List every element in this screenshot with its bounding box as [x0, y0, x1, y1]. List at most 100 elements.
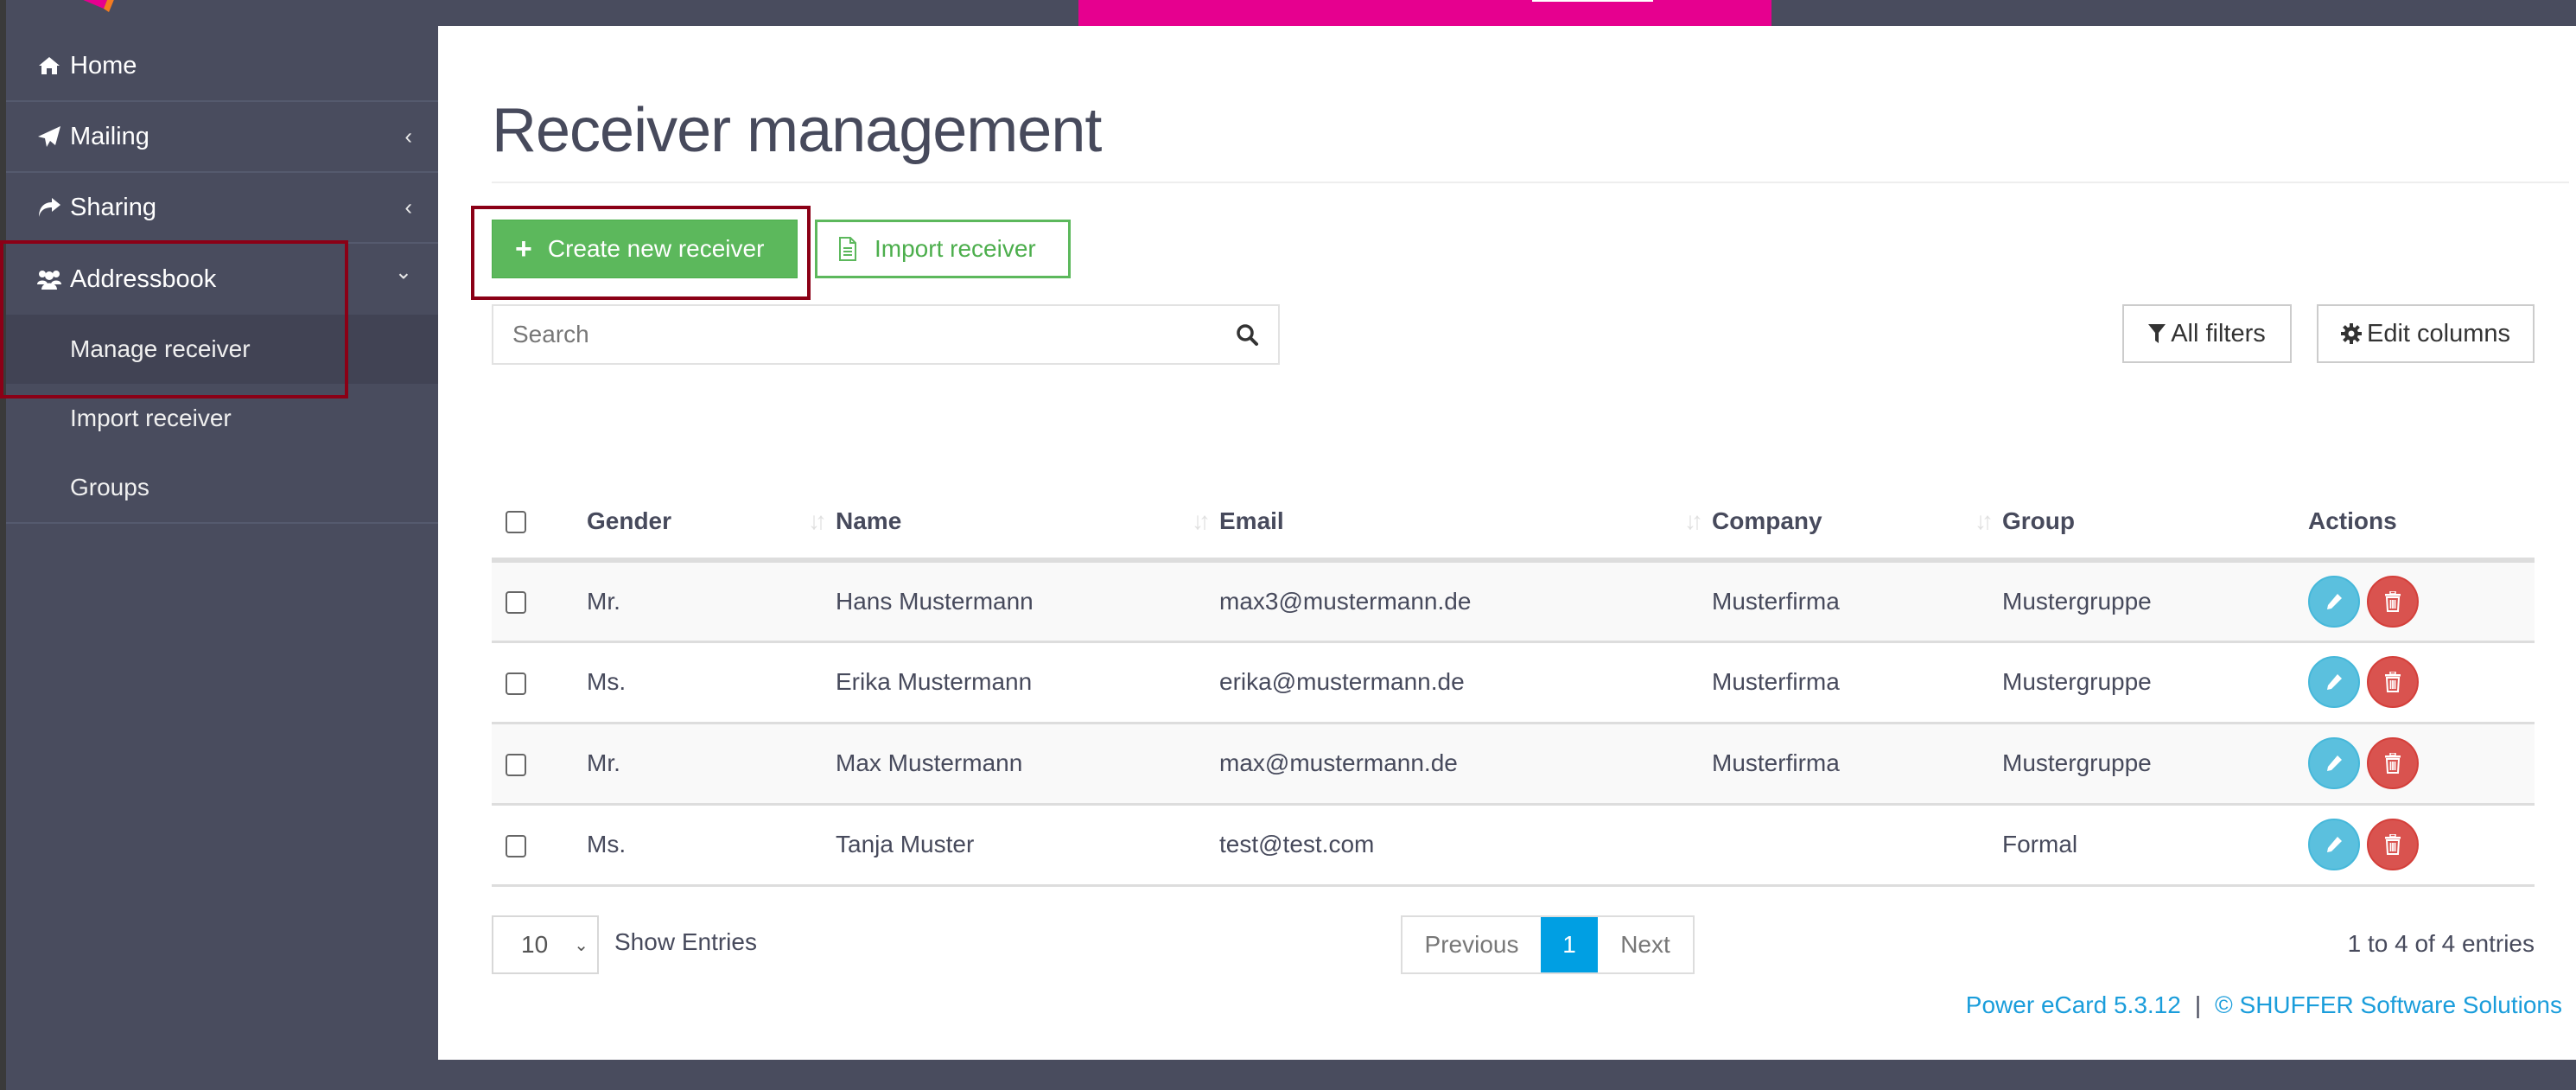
create-receiver-button[interactable]: + Create new receiver: [492, 220, 798, 278]
sidebar-item-sharing[interactable]: Sharing ‹: [6, 173, 438, 244]
cell-actions: [2308, 560, 2535, 643]
column-header-email[interactable]: Email ↓↑: [1219, 484, 1712, 563]
row-checkbox[interactable]: [506, 834, 526, 857]
delete-button[interactable]: [2367, 737, 2419, 789]
row-checkbox[interactable]: [506, 753, 526, 776]
edit-button[interactable]: [2308, 656, 2360, 708]
table-row: Ms. Erika Mustermann erika@mustermann.de Mu…: [492, 641, 2535, 724]
cell-name: Erika Mustermann: [836, 641, 1219, 724]
delete-button[interactable]: [2367, 819, 2419, 870]
edit-button[interactable]: [2308, 819, 2360, 870]
receiver-table: Gender ↓↑ Name ↓↑ Email ↓↑ Company ↓↑ Group …: [492, 484, 2535, 887]
logo: [83, 0, 114, 12]
sidebar-item-addressbook[interactable]: Addressbook ⌄: [6, 244, 438, 315]
edit-columns-button[interactable]: Edit columns: [2317, 304, 2535, 363]
copyright-link[interactable]: © SHUFFER Software Solutions: [2215, 991, 2562, 1018]
sidebar-subitem-manage-receiver[interactable]: Manage receiver: [6, 315, 438, 384]
page-title: Receiver management: [492, 96, 1102, 165]
sidebar-subitem-import-receiver[interactable]: Import receiver: [6, 384, 438, 453]
sort-icon: ↓↑: [1975, 507, 1994, 534]
all-filters-label: All filters: [2171, 319, 2266, 347]
cell-group: Mustergruppe: [2002, 723, 2308, 806]
sidebar-item-label: Addressbook: [70, 265, 217, 293]
row-checkbox[interactable]: [506, 591, 526, 615]
page-length-select[interactable]: 10 ⌄: [492, 915, 599, 974]
cell-name: Hans Mustermann: [836, 560, 1219, 643]
cell-email: max@mustermann.de: [1219, 723, 1712, 806]
cell-gender: Ms.: [587, 804, 836, 887]
page-1-button[interactable]: 1: [1541, 917, 1598, 972]
entries-info: 1 to 4 of 4 entries: [2347, 930, 2535, 957]
cell-email: test@test.com: [1219, 804, 1712, 887]
create-receiver-label: Create new receiver: [547, 235, 765, 262]
product-version-link[interactable]: Power eCard 5.3.12: [1966, 991, 2181, 1018]
column-header-company[interactable]: Company ↓↑: [1712, 484, 2002, 563]
cell-name: Max Mustermann: [836, 723, 1219, 806]
gear-icon: [2340, 323, 2362, 344]
table-row: Ms. Tanja Muster test@test.com Formal: [492, 804, 2535, 887]
table-row: Mr. Max Mustermann max@mustermann.de Muster…: [492, 723, 2535, 806]
page-length-label: Show Entries: [614, 928, 757, 955]
footer-credits: Power eCard 5.3.12 | © SHUFFER Software So…: [1966, 991, 2562, 1019]
chevron-left-icon: ‹: [404, 194, 412, 220]
trash-icon: [2385, 753, 2401, 774]
delete-button[interactable]: [2367, 575, 2419, 628]
table-row: Mr. Hans Mustermann max3@mustermann.de Must…: [492, 560, 2535, 643]
delete-button[interactable]: [2367, 656, 2419, 708]
sidebar-item-label: Sharing: [70, 193, 156, 221]
sidebar-item-label: Mailing: [70, 122, 149, 150]
edit-button[interactable]: [2308, 575, 2360, 628]
sort-icon: ↓↑: [1684, 507, 1703, 534]
cell-email: erika@mustermann.de: [1219, 641, 1712, 724]
paper-plane-icon: [35, 125, 63, 148]
footer-separator: |: [2194, 991, 2202, 1018]
pagination: Previous 1 Next: [1401, 915, 1695, 974]
sidebar: Home Mailing ‹ Sharing ‹ Addressbook ⌄ M…: [6, 31, 438, 524]
search-input[interactable]: [512, 321, 1235, 348]
pencil-icon: [2327, 674, 2342, 690]
next-page-button[interactable]: Next: [1598, 917, 1693, 972]
sort-icon: ↓↑: [1192, 507, 1211, 534]
file-icon: [839, 237, 856, 261]
sidebar-subitem-groups[interactable]: Groups: [6, 453, 438, 522]
home-icon: [35, 56, 63, 75]
main-panel: Receiver management + Create new receive…: [438, 26, 2576, 1060]
edit-columns-label: Edit columns: [2366, 319, 2510, 347]
previous-page-button[interactable]: Previous: [1402, 917, 1541, 972]
row-checkbox[interactable]: [506, 672, 526, 695]
page-length-value: 10: [521, 931, 549, 958]
column-header-name[interactable]: Name ↓↑: [836, 484, 1219, 563]
filter-icon: [2148, 324, 2166, 343]
top-banner: [1078, 0, 1771, 26]
import-receiver-button[interactable]: Import receiver: [815, 220, 1071, 278]
cell-company: Musterfirma: [1712, 641, 2002, 724]
column-header-group: Group: [2002, 484, 2308, 563]
sidebar-item-home[interactable]: Home: [6, 31, 438, 102]
edit-button[interactable]: [2308, 737, 2360, 789]
cell-company: [1712, 804, 2002, 887]
cell-email: max3@mustermann.de: [1219, 560, 1712, 643]
chevron-down-icon: ⌄: [394, 260, 412, 284]
all-filters-button[interactable]: All filters: [2122, 304, 2292, 363]
search-icon[interactable]: [1235, 322, 1259, 347]
trash-icon: [2385, 590, 2401, 612]
cell-company: Musterfirma: [1712, 560, 2002, 643]
pencil-icon: [2327, 837, 2342, 852]
divider: [492, 182, 2569, 183]
pencil-icon: [2327, 755, 2342, 771]
plus-icon: +: [515, 232, 532, 265]
chevron-left-icon: ‹: [404, 123, 412, 150]
cell-actions: [2308, 641, 2535, 724]
sort-icon: ↓↑: [808, 507, 827, 534]
users-icon: [35, 269, 63, 290]
trash-icon: [2385, 672, 2401, 692]
share-icon: [35, 197, 63, 218]
select-all-checkbox[interactable]: [506, 511, 526, 534]
cell-gender: Mr.: [587, 723, 836, 806]
table-header-row: Gender ↓↑ Name ↓↑ Email ↓↑ Company ↓↑ Group …: [492, 484, 2535, 563]
cell-name: Tanja Muster: [836, 804, 1219, 887]
cell-group: Mustergruppe: [2002, 560, 2308, 643]
cell-actions: [2308, 723, 2535, 806]
column-header-gender[interactable]: Gender ↓↑: [587, 484, 836, 563]
sidebar-item-mailing[interactable]: Mailing ‹: [6, 102, 438, 173]
